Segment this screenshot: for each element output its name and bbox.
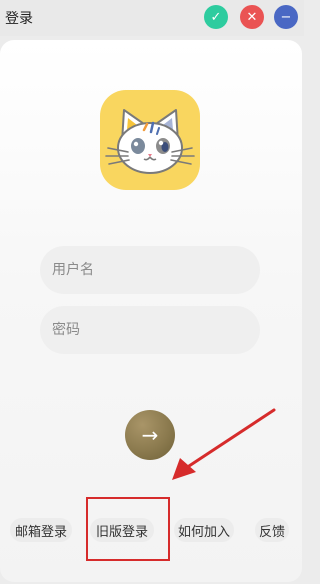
annotation-arrow-icon <box>172 408 276 480</box>
